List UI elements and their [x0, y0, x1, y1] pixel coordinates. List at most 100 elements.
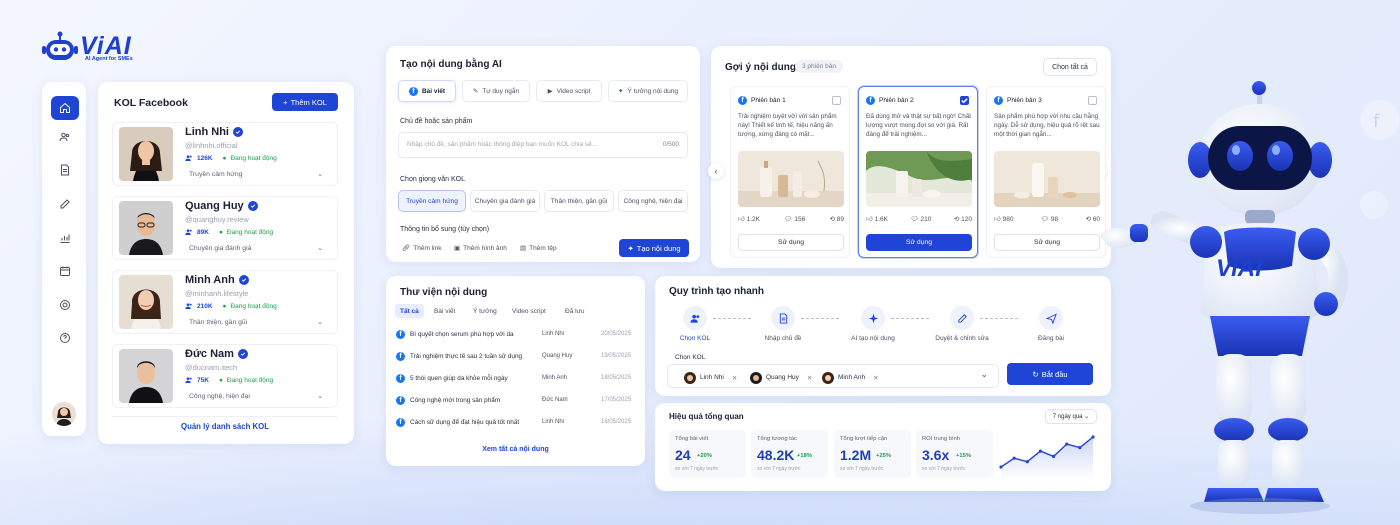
- flow-step-review[interactable]: Duyệt & chỉnh sửa: [922, 306, 1002, 342]
- sidebar-item-edit[interactable]: [51, 192, 79, 216]
- kol-style-select[interactable]: Thân thiện, gần gũi ⌄: [183, 315, 331, 329]
- add-link-button[interactable]: 🔗︎ Thêm link: [402, 244, 441, 253]
- add-file-button[interactable]: ▤ Thêm tệp: [520, 244, 557, 253]
- row-date: 16/05/2025: [601, 419, 632, 425]
- overview-panel: Hiệu quả tổng quan 7 ngày qua ⌄ Tổng bài…: [655, 403, 1111, 491]
- use-version-button[interactable]: Sử dụng: [866, 234, 972, 251]
- library-row[interactable]: f Trải nghiệm thực tế sau 2 tuần sử dụng Q…: [396, 348, 636, 364]
- chip-label: Linh Nhi: [700, 374, 724, 381]
- library-tab[interactable]: Video script: [507, 304, 551, 318]
- flow-step-ai[interactable]: AI tạo nội dung: [833, 306, 913, 342]
- kol-photo: [119, 275, 173, 329]
- generate-button[interactable]: ✦ Tạo nội dung: [619, 239, 689, 257]
- facebook-icon: f: [866, 96, 875, 105]
- comments-stat: 💬︎ 156: [784, 216, 806, 223]
- version-card[interactable]: f Phiên bản 2 Đã dùng thử và thật sự bất …: [858, 86, 978, 258]
- start-button[interactable]: ↻ Bắt đầu: [1007, 363, 1093, 385]
- use-version-button[interactable]: Sử dụng: [738, 234, 844, 251]
- kol-card[interactable]: Linh Nhi @linhnhi.official 126K ● Đang ho…: [112, 122, 338, 186]
- stat-value: 48.2K: [757, 447, 795, 463]
- kol-handle: @linhnhi.official: [185, 141, 238, 150]
- row-title: Bí quyết chọn serum phù hợp với da: [410, 330, 514, 338]
- row-title: Công nghệ mới trong sản phẩm: [410, 396, 501, 404]
- add-image-button[interactable]: ▣ Thêm hình ảnh: [454, 244, 507, 253]
- tab-post[interactable]: f Bài viết: [398, 80, 456, 102]
- kol-multiselect[interactable]: Linh Nhi ✕ Quang Huy ✕ Minh Anh ✕ ⌄: [667, 364, 999, 388]
- sidebar-item-goals[interactable]: [51, 293, 79, 317]
- followers-icon: [185, 303, 192, 309]
- manage-kol-link[interactable]: Quản lý danh sách KOL: [112, 416, 338, 436]
- verified-icon: [233, 127, 243, 137]
- extra-label: Thông tin bổ sung (tùy chọn): [400, 226, 490, 233]
- sparkline-point: [1065, 442, 1069, 446]
- flow-step-select-kol[interactable]: Chọn KOL: [655, 306, 735, 342]
- remove-icon[interactable]: ✕: [873, 374, 878, 382]
- tab-short[interactable]: ✎ Tư duy ngắn: [462, 80, 530, 102]
- sidebar-item-help[interactable]: [51, 326, 79, 350]
- library-tab[interactable]: Ý tưởng: [468, 304, 502, 318]
- library-tab[interactable]: Đã lưu: [560, 304, 590, 318]
- version-header: f Phiên bản 1: [738, 96, 786, 105]
- kol-name-text: Quang Huy: [185, 200, 244, 212]
- select-all-button[interactable]: Chọn tất cả: [1043, 58, 1097, 76]
- version-checkbox[interactable]: [960, 96, 969, 105]
- suggest-title: Gợi ý nội dung: [725, 62, 796, 73]
- version-card[interactable]: f Phiên bản 1 Trải nghiệm tuyệt vời với s…: [730, 86, 850, 258]
- sidebar-item-home[interactable]: [51, 96, 79, 120]
- kol-style-select[interactable]: Truyền cảm hứng ⌄: [183, 167, 331, 181]
- topic-input[interactable]: Nhập chủ đề, sản phẩm hoặc thông điệp bạ…: [398, 132, 688, 158]
- overview-title: Hiệu quả tổng quan: [669, 412, 744, 421]
- version-checkbox[interactable]: [1088, 96, 1097, 105]
- add-kol-button[interactable]: + Thêm KOL: [272, 93, 338, 111]
- kol-name: Đức Nam: [185, 348, 248, 360]
- add-image-label: Thêm hình ảnh: [463, 244, 507, 252]
- version-checkbox[interactable]: [832, 96, 841, 105]
- library-row[interactable]: f Cách sử dụng để đạt hiệu quả tốt nhất Li…: [396, 414, 636, 430]
- library-row[interactable]: f Bí quyết chọn serum phù hợp với da Linh …: [396, 326, 636, 342]
- sidebar-item-users[interactable]: [51, 125, 79, 149]
- followers-icon: [185, 229, 192, 235]
- row-date: 20/05/2025: [601, 331, 632, 337]
- chip-label: Minh Anh: [838, 374, 866, 381]
- kol-card[interactable]: Minh Anh @minhanh.lifestyle 210K ● Đang h…: [112, 270, 338, 334]
- voice-chip[interactable]: Chuyên gia đánh giá: [470, 190, 540, 212]
- kol-photo: [119, 127, 173, 181]
- voice-chip[interactable]: Thân thiện, gần gũi: [544, 190, 614, 212]
- voice-chip[interactable]: Công nghệ, hiện đại: [618, 190, 688, 212]
- sidebar: [42, 82, 86, 436]
- view-all-content-link[interactable]: Xem tất cả nội dung: [386, 446, 645, 453]
- flow-step-topic[interactable]: Nhập chủ đề: [743, 306, 823, 342]
- library-tab[interactable]: Tất cả: [395, 304, 424, 318]
- use-version-button[interactable]: Sử dụng: [994, 234, 1100, 251]
- flow-step-publish[interactable]: Đăng bài: [1011, 306, 1091, 342]
- sidebar-item-content[interactable]: [51, 158, 79, 182]
- chevron-down-icon: ⌄: [317, 393, 323, 400]
- version-label: Phiên bản 1: [751, 97, 786, 104]
- user-avatar[interactable]: [52, 402, 76, 426]
- plus-icon: +: [283, 97, 288, 107]
- sidebar-item-calendar[interactable]: [51, 259, 79, 283]
- library-row[interactable]: f Công nghệ mới trong sản phẩm Đức Nam 17/0…: [396, 392, 636, 408]
- kol-card[interactable]: Quang Huy @quanghuy.review 89K ● Đang hoạ…: [112, 196, 338, 260]
- suggestions-panel: Gợi ý nội dung 3 phiên bản Chọn tất cả ‹…: [708, 46, 1111, 268]
- sidebar-item-analytics[interactable]: [51, 226, 79, 250]
- selected-kol-chip: Quang Huy ✕: [750, 370, 812, 385]
- status-dot-icon: ●: [222, 302, 227, 310]
- chevron-down-icon: ⌄: [980, 369, 988, 379]
- kol-style-select[interactable]: Công nghệ, hiện đại ⌄: [183, 389, 331, 403]
- version-stats: 👍︎ 980 💬︎ 98 ⟲ 60: [994, 215, 1100, 223]
- range-select[interactable]: 7 ngày qua ⌄: [1045, 409, 1097, 424]
- remove-icon[interactable]: ✕: [807, 374, 812, 382]
- voice-chip[interactable]: Truyền cảm hứng: [398, 190, 466, 212]
- stat-note: so với 7 ngày trước: [757, 466, 801, 472]
- library-row[interactable]: f 5 thói quen giúp da khỏe mỗi ngày Minh A…: [396, 370, 636, 386]
- sparkle-icon: ✦: [618, 88, 624, 95]
- kol-card[interactable]: Đức Nam @ducnam.itech 75K ● Đang hoạt độn…: [112, 344, 338, 408]
- kol-style-select[interactable]: Chuyên gia đánh giá ⌄: [183, 241, 331, 255]
- prev-arrow-icon[interactable]: ‹: [708, 163, 724, 179]
- library-tab[interactable]: Bài viết: [429, 304, 460, 318]
- version-card[interactable]: f Phiên bản 3 Sản phẩm phù hợp với nhu cầ…: [986, 86, 1106, 258]
- tab-ideas[interactable]: ✦ Ý tưởng nội dung: [608, 80, 688, 102]
- tab-video[interactable]: ▶ Video script: [536, 80, 602, 102]
- remove-icon[interactable]: ✕: [732, 374, 737, 382]
